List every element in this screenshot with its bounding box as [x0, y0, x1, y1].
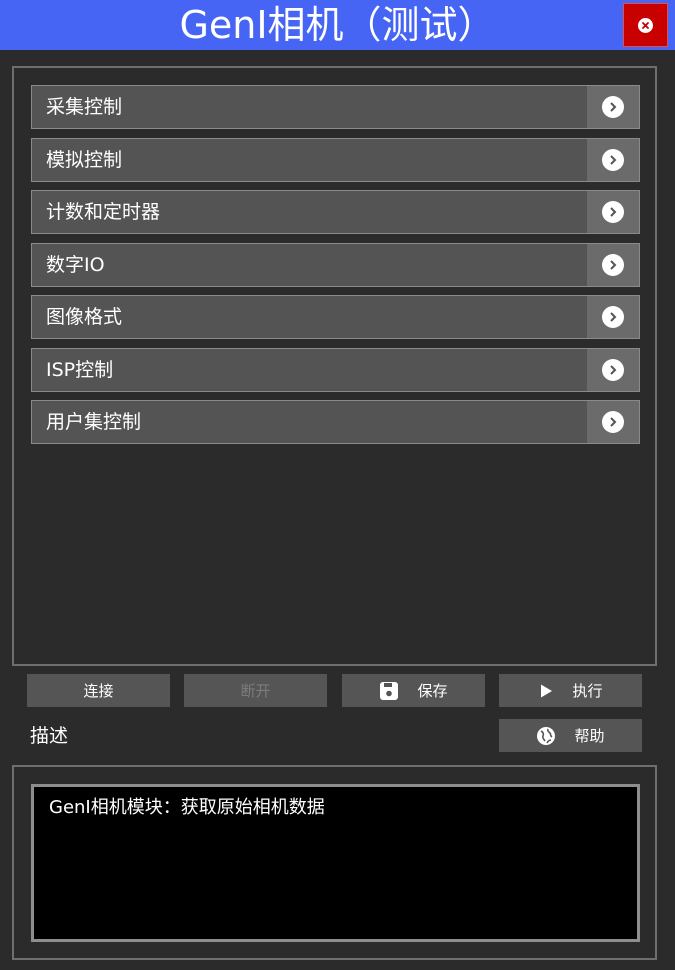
help-button-label: 帮助	[574, 727, 605, 745]
menu-item-label: 模拟控制	[46, 149, 123, 171]
window-title: GenI相机（测试）	[179, 3, 496, 47]
menu-item-analog-control[interactable]: 模拟控制	[31, 138, 640, 182]
title-bar: GenI相机（测试）	[0, 0, 675, 50]
chevron-right-icon	[602, 96, 624, 118]
menu-panel: 采集控制 模拟控制 计数和定时器 数字IO 图像格式 ISP控制 用户集控制	[12, 66, 657, 666]
connect-button-label: 连接	[83, 682, 114, 700]
menu-item-user-set-control[interactable]: 用户集控制	[31, 400, 640, 444]
menu-item-label: 计数和定时器	[46, 201, 161, 223]
menu-item-expand[interactable]	[587, 349, 639, 391]
menu-item-expand[interactable]	[587, 139, 639, 181]
menu-item-label: 数字IO	[46, 254, 105, 276]
disconnect-button[interactable]: 断开	[184, 674, 327, 707]
chevron-right-icon	[602, 359, 624, 381]
execute-button[interactable]: 执行	[499, 674, 642, 707]
close-button[interactable]	[623, 3, 668, 47]
menu-item-acquisition-control[interactable]: 采集控制	[31, 85, 640, 129]
description-panel: GenI相机模块：获取原始相机数据	[12, 765, 657, 960]
menu-item-label: 采集控制	[46, 96, 123, 118]
menu-item-expand[interactable]	[587, 296, 639, 338]
menu-item-expand[interactable]	[587, 191, 639, 233]
save-icon	[379, 681, 399, 701]
description-text: GenI相机模块：获取原始相机数据	[49, 797, 325, 818]
chevron-right-icon	[602, 149, 624, 171]
save-button[interactable]: 保存	[342, 674, 485, 707]
menu-item-expand[interactable]	[587, 244, 639, 286]
description-label: 描述	[30, 725, 69, 747]
close-icon	[638, 17, 653, 33]
disconnect-button-label: 断开	[240, 682, 271, 700]
help-button[interactable]: 帮助	[499, 719, 642, 752]
menu-item-image-format[interactable]: 图像格式	[31, 295, 640, 339]
play-icon	[538, 683, 554, 699]
chevron-right-icon	[602, 254, 624, 276]
connect-button[interactable]: 连接	[27, 674, 170, 707]
execute-button-label: 执行	[572, 682, 603, 700]
menu-item-expand[interactable]	[587, 86, 639, 128]
menu-item-isp-control[interactable]: ISP控制	[31, 348, 640, 392]
chevron-right-icon	[602, 411, 624, 433]
menu-item-expand[interactable]	[587, 401, 639, 443]
menu-item-label: 图像格式	[46, 306, 123, 328]
chevron-right-icon	[602, 306, 624, 328]
globe-icon	[536, 726, 556, 746]
app-window: GenI相机（测试） 采集控制 模拟控制 计数和定时器 数字IO 图像格式 IS…	[0, 0, 675, 970]
menu-item-label: ISP控制	[46, 359, 114, 381]
save-button-label: 保存	[417, 682, 448, 700]
description-box: GenI相机模块：获取原始相机数据	[31, 784, 640, 942]
menu-item-digital-io[interactable]: 数字IO	[31, 243, 640, 287]
menu-item-counter-and-timer[interactable]: 计数和定时器	[31, 190, 640, 234]
menu-item-label: 用户集控制	[46, 411, 142, 433]
chevron-right-icon	[602, 201, 624, 223]
